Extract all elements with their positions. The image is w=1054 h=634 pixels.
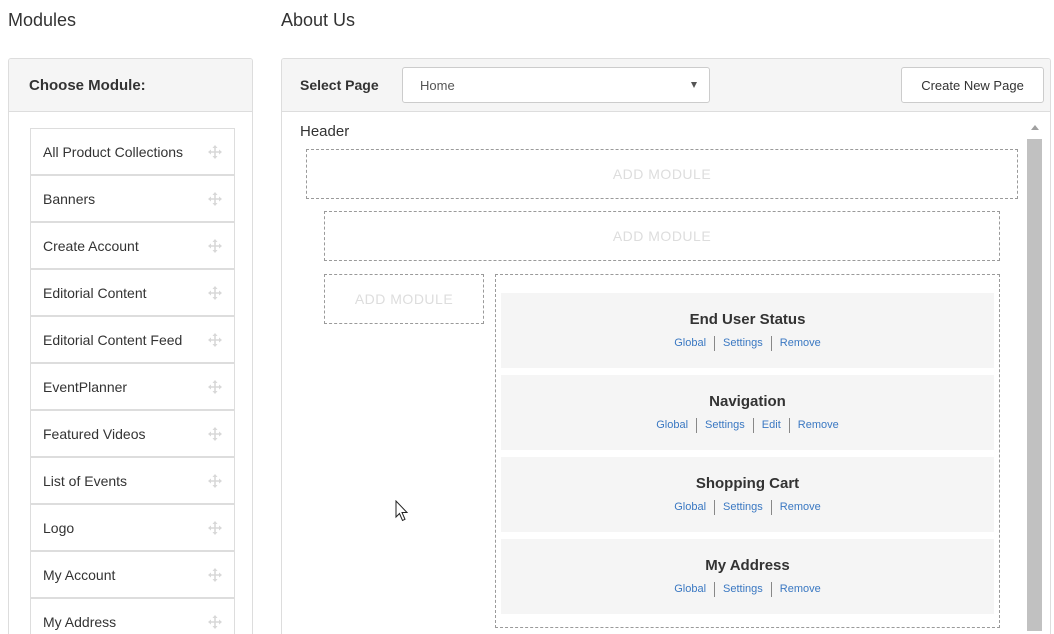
move-arrows-icon[interactable] bbox=[208, 332, 222, 347]
move-arrows-icon[interactable] bbox=[208, 567, 222, 582]
separator bbox=[770, 499, 772, 515]
module-item[interactable]: EventPlanner bbox=[30, 363, 235, 410]
move-arrows-icon[interactable] bbox=[208, 144, 222, 159]
module-item-label: List of Events bbox=[43, 472, 128, 489]
add-module-dropzone[interactable]: ADD MODULE bbox=[324, 274, 484, 324]
move-arrows-icon[interactable] bbox=[208, 191, 222, 206]
module-item-label: Featured Videos bbox=[43, 425, 146, 442]
module-list: All Product Collections Banners Create A… bbox=[30, 128, 235, 634]
create-new-page-button[interactable]: Create New Page bbox=[901, 67, 1044, 103]
page-select-bar: Select Page Home Create New Page bbox=[282, 59, 1050, 112]
module-item[interactable]: Editorial Content bbox=[30, 269, 235, 316]
move-arrows-icon[interactable] bbox=[208, 520, 222, 535]
module-name: Navigation bbox=[709, 392, 786, 410]
global-link[interactable]: Global bbox=[656, 419, 688, 431]
mouse-pointer-icon bbox=[395, 500, 409, 522]
select-page-label: Select Page bbox=[300, 77, 379, 93]
settings-link[interactable]: Settings bbox=[723, 501, 763, 513]
remove-link[interactable]: Remove bbox=[780, 583, 821, 595]
module-name: My Address bbox=[705, 556, 790, 574]
move-arrows-icon[interactable] bbox=[208, 614, 222, 629]
separator bbox=[770, 581, 772, 597]
module-name: Shopping Cart bbox=[695, 474, 800, 492]
settings-link[interactable]: Settings bbox=[723, 583, 763, 595]
scrollbar-thumb[interactable] bbox=[1027, 139, 1042, 631]
global-link[interactable]: Global bbox=[674, 501, 706, 513]
module-item[interactable]: My Account bbox=[30, 551, 235, 598]
page-title: About Us bbox=[281, 10, 356, 30]
choose-module-panel: Choose Module: All Product Collections B… bbox=[8, 58, 253, 634]
page-layout-panel: Select Page Home Create New Page Header … bbox=[281, 58, 1051, 634]
add-module-dropzone[interactable]: ADD MODULE bbox=[324, 211, 1000, 261]
vertical-scrollbar[interactable] bbox=[1027, 119, 1042, 634]
settings-link[interactable]: Settings bbox=[723, 337, 763, 349]
placed-module[interactable]: My Address Global Settings Remove bbox=[501, 539, 994, 614]
page-builder: Modules About Us Choose Module: All Prod… bbox=[0, 0, 1054, 634]
header-region-label: Header bbox=[300, 123, 350, 140]
remove-link[interactable]: Remove bbox=[780, 501, 821, 513]
placed-module[interactable]: Shopping Cart Global Settings Remove bbox=[501, 457, 994, 532]
placed-module[interactable]: End User Status Global Settings Remove bbox=[501, 293, 994, 368]
module-item-label: My Account bbox=[43, 566, 116, 583]
module-item-label: Editorial Content Feed bbox=[43, 331, 183, 348]
separator bbox=[696, 417, 698, 433]
page-select-value: Home bbox=[420, 77, 455, 93]
module-item[interactable]: All Product Collections bbox=[30, 128, 235, 175]
module-name: End User Status bbox=[689, 310, 806, 328]
separator bbox=[714, 335, 716, 351]
scroll-up-arrow-icon[interactable] bbox=[1031, 125, 1039, 130]
global-link[interactable]: Global bbox=[674, 337, 706, 349]
module-actions: Global Settings Remove bbox=[674, 581, 821, 597]
separator bbox=[752, 417, 754, 433]
separator bbox=[770, 335, 772, 351]
module-item[interactable]: List of Events bbox=[30, 457, 235, 504]
remove-link[interactable]: Remove bbox=[798, 419, 839, 431]
module-actions: Global Settings Remove bbox=[674, 499, 821, 515]
choose-module-header: Choose Module: bbox=[9, 59, 252, 112]
separator bbox=[714, 499, 716, 515]
module-container: End User Status Global Settings Remove N… bbox=[495, 274, 1000, 628]
module-actions: Global Settings Edit Remove bbox=[656, 417, 839, 433]
module-item[interactable]: Logo bbox=[30, 504, 235, 551]
move-arrows-icon[interactable] bbox=[208, 285, 222, 300]
caret-down-icon bbox=[691, 82, 697, 88]
separator bbox=[788, 417, 790, 433]
module-item[interactable]: Create Account bbox=[30, 222, 235, 269]
module-item-label: Logo bbox=[43, 519, 75, 536]
module-item[interactable]: Editorial Content Feed bbox=[30, 316, 235, 363]
settings-link[interactable]: Settings bbox=[705, 419, 745, 431]
module-item-label: All Product Collections bbox=[43, 143, 184, 160]
module-item-label: My Address bbox=[43, 613, 117, 630]
module-item[interactable]: Banners bbox=[30, 175, 235, 222]
module-item-label: Create Account bbox=[43, 237, 139, 254]
global-link[interactable]: Global bbox=[674, 583, 706, 595]
edit-link[interactable]: Edit bbox=[762, 419, 781, 431]
add-module-dropzone[interactable]: ADD MODULE bbox=[306, 149, 1018, 199]
move-arrows-icon[interactable] bbox=[208, 238, 222, 253]
module-item-label: EventPlanner bbox=[43, 378, 128, 395]
move-arrows-icon[interactable] bbox=[208, 426, 222, 441]
move-arrows-icon[interactable] bbox=[208, 473, 222, 488]
module-item[interactable]: Featured Videos bbox=[30, 410, 235, 457]
separator bbox=[714, 581, 716, 597]
page-select[interactable]: Home bbox=[402, 67, 710, 103]
module-item-label: Banners bbox=[43, 190, 96, 207]
placed-module[interactable]: Navigation Global Settings Edit Remove bbox=[501, 375, 994, 450]
move-arrows-icon[interactable] bbox=[208, 379, 222, 394]
module-item-label: Editorial Content bbox=[43, 284, 147, 301]
module-actions: Global Settings Remove bbox=[674, 335, 821, 351]
remove-link[interactable]: Remove bbox=[780, 337, 821, 349]
modules-title: Modules bbox=[8, 10, 77, 30]
module-item[interactable]: My Address bbox=[30, 598, 235, 634]
